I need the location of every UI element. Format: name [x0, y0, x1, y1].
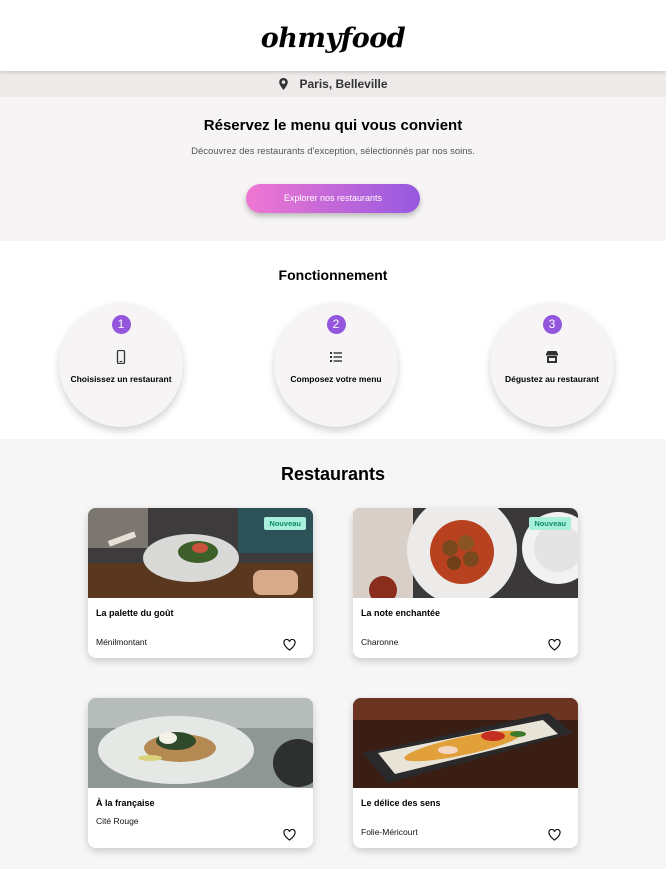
step-number: 2	[326, 315, 346, 334]
new-badge: Nouveau	[529, 517, 571, 530]
restaurants-section: Restaurants Nouveau La palette du goût M…	[0, 439, 666, 869]
heart-icon[interactable]	[283, 829, 296, 841]
hero-section: Réservez le menu qui vous convient Décou…	[0, 97, 666, 241]
step-card-3: 3 Dégustez au restaurant	[490, 303, 614, 427]
restaurant-name: La palette du goût	[96, 608, 174, 618]
section-title: Restaurants	[280, 464, 386, 484]
location-text: Paris, Belleville	[299, 77, 388, 91]
site-header: ohmyfood	[0, 0, 666, 71]
restaurant-name: À la française	[96, 798, 155, 808]
smartphone-icon	[116, 350, 126, 364]
restaurant-photo	[88, 698, 313, 788]
step-card-2: 2 Composez votre menu	[274, 303, 398, 427]
restaurant-name: La note enchantée	[361, 608, 441, 618]
step-card-1: 1 Choisissez un restaurant	[59, 303, 183, 427]
restaurant-card[interactable]: Nouveau La palette du goût Ménilmontant	[88, 508, 313, 658]
heart-icon[interactable]	[548, 639, 561, 651]
restaurant-area: Ménilmontant	[96, 637, 148, 647]
restaurant-card[interactable]: À la française Cité Rouge	[88, 698, 313, 848]
heart-icon[interactable]	[283, 639, 296, 651]
restaurant-photo: Nouveau	[353, 508, 578, 598]
hero-subtitle: Découvrez des restaurants d'exception, s…	[191, 146, 475, 157]
restaurant-area: Charonne	[361, 637, 399, 647]
restaurant-photo: Nouveau	[88, 508, 313, 598]
restaurant-card[interactable]: Nouveau La note enchantée Charonne	[353, 508, 578, 658]
heart-icon[interactable]	[548, 829, 561, 841]
list-icon	[330, 352, 342, 362]
step-label: Composez votre menu	[290, 374, 382, 384]
store-icon	[546, 351, 558, 363]
step-number: 3	[542, 315, 562, 334]
restaurant-area: Cité Rouge	[96, 816, 139, 826]
restaurant-area: Folie-Méricourt	[361, 827, 418, 837]
hero-title: Réservez le menu qui vous convient	[203, 117, 463, 134]
explore-restaurants-button[interactable]: Explorer nos restaurants	[246, 184, 420, 213]
step-label: Dégustez au restaurant	[505, 374, 599, 384]
new-badge: Nouveau	[264, 517, 306, 530]
restaurant-photo-image	[353, 698, 578, 788]
restaurant-card[interactable]: Le délice des sens Folie-Méricourt	[353, 698, 578, 848]
map-pin-icon	[279, 78, 289, 90]
location-bar: Paris, Belleville	[0, 71, 666, 97]
step-label: Choisissez un restaurant	[70, 374, 172, 384]
step-number: 1	[111, 315, 131, 334]
section-title: Fonctionnement	[278, 267, 388, 283]
restaurant-photo-image	[88, 698, 313, 788]
restaurant-name: Le délice des sens	[361, 798, 441, 808]
logo[interactable]: ohmyfood	[261, 23, 406, 54]
how-it-works-section: Fonctionnement 1 Choisissez un restauran…	[0, 241, 666, 439]
restaurant-photo	[353, 698, 578, 788]
